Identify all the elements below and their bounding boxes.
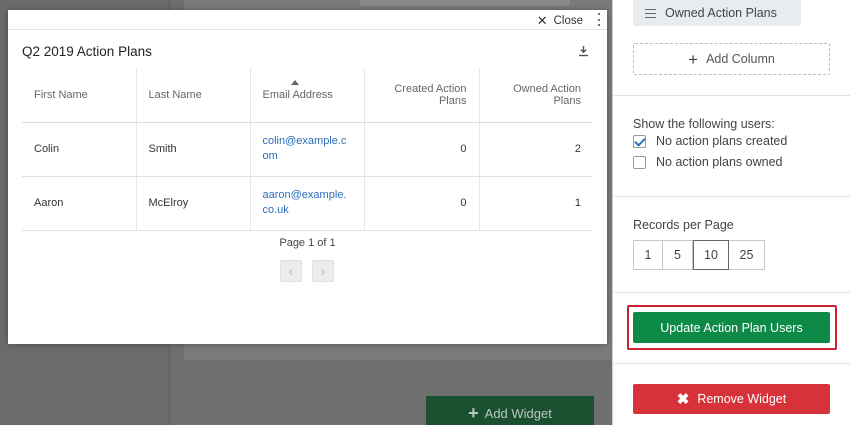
table-row: Colin Smith colin@example.com 0 2	[22, 122, 593, 177]
chevron-right-icon: ›	[320, 263, 326, 279]
remove-widget-label: Remove Widget	[697, 392, 787, 406]
records-option-25[interactable]: 25	[729, 240, 765, 270]
cell-last-name: Smith	[135, 122, 250, 177]
records-per-page-selector: 1 5 10 25	[633, 240, 765, 270]
pagination-label: Page 1 of 1	[279, 237, 336, 249]
close-icon: ✖	[676, 390, 690, 408]
owned-pill-label: Owned Action Plans	[665, 6, 777, 20]
filter-no-owned[interactable]: No action plans owned	[633, 155, 782, 169]
column-header-email[interactable]: Email Address	[249, 68, 364, 123]
cell-email-link[interactable]: aaron@example.co.uk	[249, 176, 364, 231]
divider	[613, 95, 850, 96]
previous-page-button[interactable]: ‹	[280, 260, 302, 282]
owned-action-plans-column-chip[interactable]: Owned Action Plans	[633, 0, 801, 26]
table-row: Aaron McElroy aaron@example.co.uk 0 1	[22, 176, 593, 231]
close-label: Close	[553, 15, 583, 27]
cell-email-link[interactable]: colin@example.com	[249, 122, 364, 177]
plus-icon: +	[468, 403, 479, 423]
filter-label: No action plans created	[656, 134, 788, 148]
column-header-created[interactable]: Created Action Plans	[363, 68, 479, 123]
cell-last-name: McElroy	[135, 176, 250, 231]
chevron-left-icon: ‹	[288, 263, 294, 279]
close-icon: ✕	[536, 13, 548, 28]
records-option-1[interactable]: 1	[633, 240, 663, 270]
checkbox-icon[interactable]	[633, 155, 646, 169]
column-header-email-label: Email Address	[262, 88, 333, 101]
cell-created: 0	[363, 122, 479, 177]
filter-label: No action plans owned	[656, 155, 783, 169]
column-header-owned[interactable]: Owned Action Plans	[478, 68, 593, 123]
cell-owned: 2	[478, 122, 593, 177]
divider	[613, 196, 850, 197]
sort-ascending-icon	[290, 80, 299, 85]
cell-created: 0	[363, 176, 479, 231]
checkbox-checked-icon[interactable]	[633, 134, 646, 148]
add-column-button[interactable]: + Add Column	[633, 43, 830, 75]
background-header-strip	[360, 0, 570, 6]
add-widget-label: Add Widget	[484, 405, 552, 421]
action-plans-modal: ✕ Close Q2 2019 Action Plans First Name …	[8, 10, 607, 344]
more-options-icon[interactable]	[597, 13, 601, 26]
modal-toolbar: ✕ Close	[8, 10, 607, 30]
divider	[613, 363, 850, 364]
show-users-label: Show the following users:	[633, 117, 775, 131]
cell-first-name: Aaron	[22, 176, 136, 231]
add-column-label: Add Column	[706, 52, 775, 66]
list-icon	[645, 8, 656, 18]
next-page-button[interactable]: ›	[312, 260, 334, 282]
cell-first-name: Colin	[22, 122, 136, 177]
cell-owned: 1	[478, 176, 593, 231]
plus-icon: +	[688, 49, 699, 69]
divider	[613, 292, 850, 293]
action-plans-table: First Name Last Name Email Address Creat…	[22, 68, 593, 231]
records-option-10[interactable]: 10	[693, 240, 729, 270]
filter-no-created[interactable]: No action plans created	[633, 134, 787, 148]
column-header-first-name[interactable]: First Name	[22, 68, 136, 123]
table-header-row: First Name Last Name Email Address Creat…	[22, 68, 593, 123]
records-per-page-label: Records per Page	[633, 218, 734, 232]
close-button[interactable]: ✕ Close	[537, 13, 583, 29]
modal-title: Q2 2019 Action Plans	[22, 44, 152, 59]
records-option-5[interactable]: 5	[663, 240, 693, 270]
widget-settings-panel: Owned Action Plans + Add Column Show the…	[612, 0, 850, 425]
download-icon[interactable]	[578, 45, 589, 57]
column-header-last-name[interactable]: Last Name	[135, 68, 250, 123]
add-widget-button[interactable]: + Add Widget	[426, 396, 594, 425]
remove-widget-button[interactable]: ✖ Remove Widget	[633, 384, 830, 414]
update-action-plan-users-button[interactable]: Update Action Plan Users	[633, 312, 830, 343]
